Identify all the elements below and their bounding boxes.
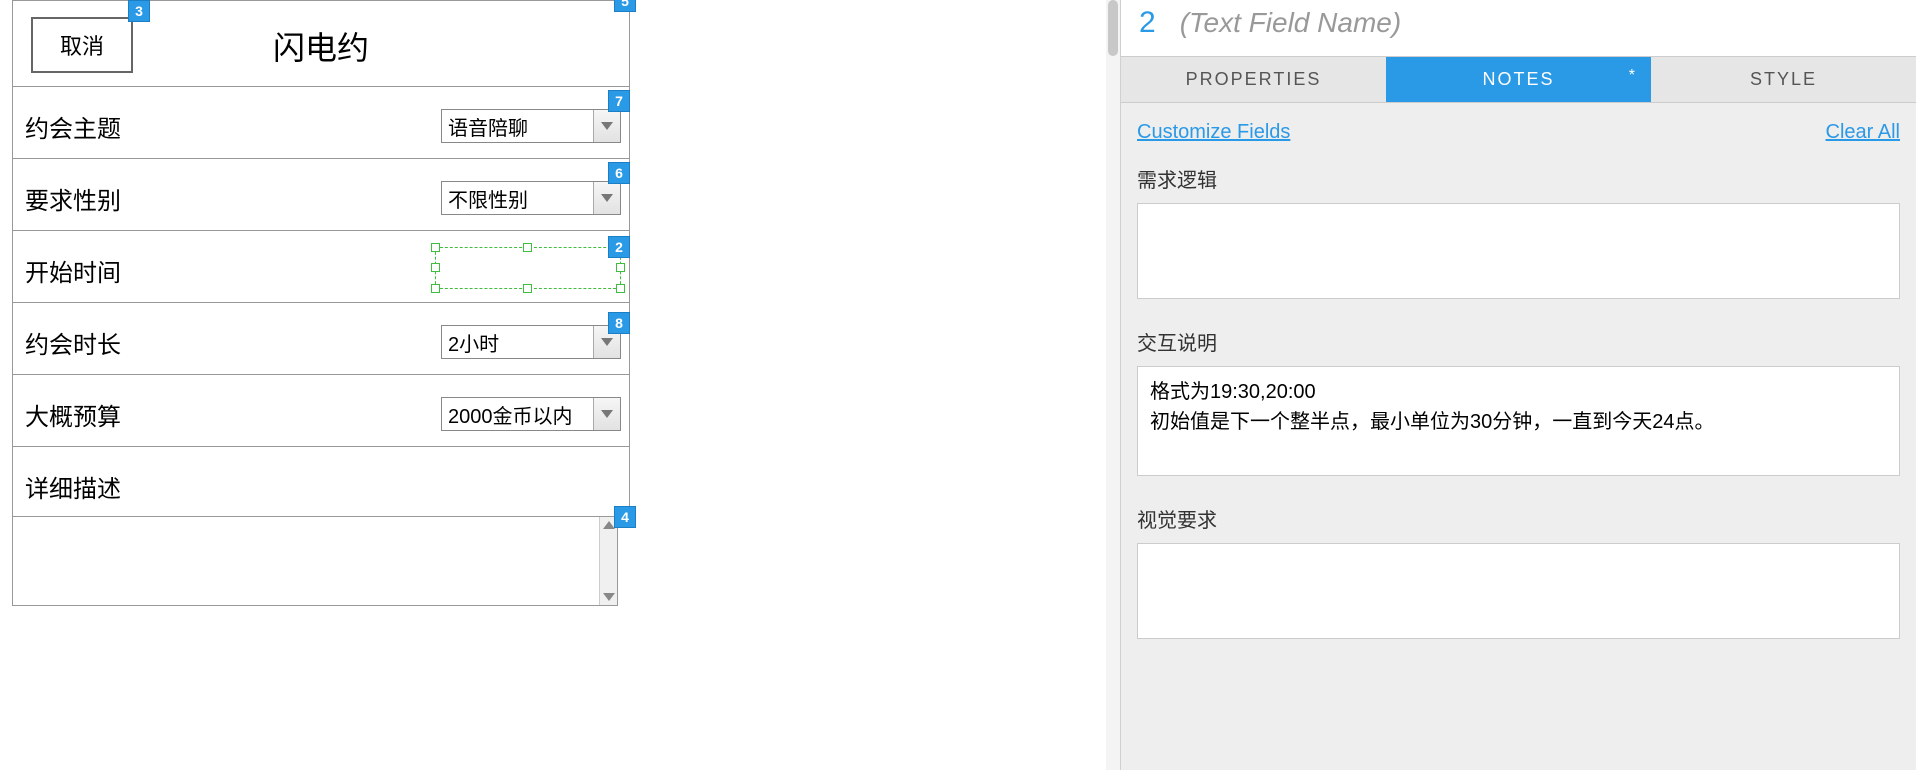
tab-notes-label: NOTES — [1482, 69, 1554, 89]
inspector-panel: 2 (Text Field Name) PROPERTIES NOTES * S… — [1120, 0, 1916, 770]
dropdown-topic[interactable]: 语音陪聊 — [441, 109, 621, 143]
chevron-down-icon — [601, 122, 613, 130]
notes-links-row: Customize Fields Clear All — [1137, 121, 1900, 144]
tab-properties-label: PROPERTIES — [1186, 69, 1322, 89]
row-budget: 大概预算 2000金币以内 — [13, 375, 629, 447]
textarea-scrollbar[interactable] — [599, 517, 617, 605]
dropdown-budget[interactable]: 2000金币以内 — [441, 397, 621, 431]
label-start-time: 开始时间 — [25, 253, 121, 288]
notes-panel-body: Customize Fields Clear All 需求逻辑 交互说明 格式为… — [1121, 103, 1916, 770]
dropdown-gender-value: 不限性别 — [448, 184, 528, 213]
note-box-interaction[interactable]: 格式为19:30,20:00 初始值是下一个整半点，最小单位为30分钟，一直到今… — [1137, 366, 1900, 476]
note-content-interaction: 格式为19:30,20:00 初始值是下一个整半点，最小单位为30分钟，一直到今… — [1150, 381, 1715, 433]
tab-notes[interactable]: NOTES * — [1386, 57, 1651, 102]
label-budget: 大概预算 — [25, 397, 121, 432]
resize-handle-br[interactable] — [616, 284, 625, 293]
footnote-badge-7[interactable]: 7 — [608, 90, 630, 112]
chevron-down-icon — [601, 410, 613, 418]
widget-name-input[interactable]: (Text Field Name) — [1180, 7, 1401, 39]
panel-header: 2 (Text Field Name) — [1121, 0, 1916, 56]
canvas-area[interactable]: 取消 闪电约 约会主题 语音陪聊 要求性别 不限性别 开始时间 — [0, 0, 1120, 770]
row-start-time: 开始时间 — [13, 231, 629, 303]
resize-handle-tm[interactable] — [523, 243, 532, 252]
footnote-badge-3[interactable]: 3 — [128, 0, 150, 22]
widget-number: 2 — [1139, 6, 1156, 40]
label-gender: 要求性别 — [25, 181, 121, 216]
label-detail: 详细描述 — [25, 469, 121, 504]
resize-handle-mr[interactable] — [616, 263, 625, 272]
customize-fields-link[interactable]: Customize Fields — [1137, 121, 1290, 144]
resize-handle-tl[interactable] — [431, 243, 440, 252]
dropdown-budget-value: 2000金币以内 — [448, 400, 573, 429]
dropdown-duration[interactable]: 2小时 — [441, 325, 621, 359]
selected-element[interactable] — [435, 247, 621, 289]
row-topic: 约会主题 语音陪聊 — [13, 87, 629, 159]
dropdown-gender[interactable]: 不限性别 — [441, 181, 621, 215]
dropdown-topic-value: 语音陪聊 — [448, 112, 528, 141]
note-box-logic[interactable] — [1137, 203, 1900, 299]
chevron-down-icon — [601, 338, 613, 346]
footnote-badge-6[interactable]: 6 — [608, 162, 630, 184]
resize-handle-bm[interactable] — [523, 284, 532, 293]
footnote-badge-5[interactable]: 5 — [614, 0, 636, 12]
resize-handle-bl[interactable] — [431, 284, 440, 293]
dropdown-duration-value: 2小时 — [448, 328, 499, 357]
clear-all-link[interactable]: Clear All — [1826, 121, 1900, 144]
row-duration: 约会时长 2小时 — [13, 303, 629, 375]
row-gender: 要求性别 不限性别 — [13, 159, 629, 231]
tab-style[interactable]: STYLE — [1651, 57, 1916, 102]
label-topic: 约会主题 — [25, 109, 121, 144]
mockup-header: 取消 闪电约 — [13, 1, 629, 87]
section-label-visual: 视觉要求 — [1137, 504, 1900, 533]
row-detail: 详细描述 — [13, 447, 629, 519]
section-label-interaction: 交互说明 — [1137, 327, 1900, 356]
chevron-down-icon — [601, 194, 613, 202]
inspector-tabs: PROPERTIES NOTES * STYLE — [1121, 56, 1916, 103]
mockup-frame: 取消 闪电约 约会主题 语音陪聊 要求性别 不限性别 开始时间 — [12, 0, 630, 520]
canvas-scroll-thumb[interactable] — [1108, 0, 1118, 56]
textarea-detail[interactable] — [12, 516, 618, 606]
scroll-down-icon[interactable] — [603, 593, 615, 601]
footnote-badge-2[interactable]: 2 — [608, 236, 630, 258]
footnote-badge-8[interactable]: 8 — [608, 312, 630, 334]
footnote-badge-4[interactable]: 4 — [614, 506, 636, 528]
tab-notes-dirty-indicator: * — [1629, 67, 1637, 85]
tab-properties[interactable]: PROPERTIES — [1121, 57, 1386, 102]
resize-handle-ml[interactable] — [431, 263, 440, 272]
label-duration: 约会时长 — [25, 325, 121, 360]
canvas-scrollbar[interactable] — [1106, 0, 1120, 770]
section-label-logic: 需求逻辑 — [1137, 164, 1900, 193]
tab-style-label: STYLE — [1750, 69, 1817, 89]
note-box-visual[interactable] — [1137, 543, 1900, 639]
mockup-title: 闪电约 — [13, 23, 629, 69]
